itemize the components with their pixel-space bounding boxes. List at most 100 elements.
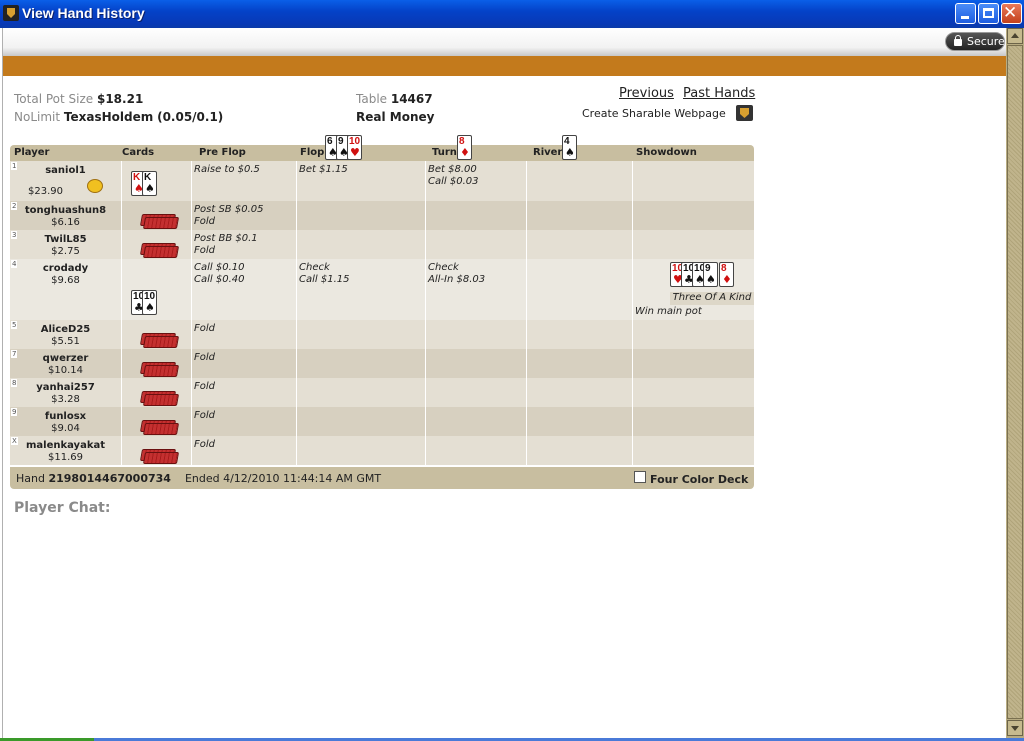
previous-link[interactable]: Previous bbox=[619, 86, 674, 101]
player-name[interactable]: yanhai257 bbox=[10, 382, 121, 393]
action-line: Post BB $0.1 bbox=[194, 233, 258, 244]
card-back-icon bbox=[142, 365, 180, 377]
table-info: Table 14467 bbox=[356, 92, 433, 106]
cell-divider bbox=[191, 407, 192, 436]
action-line: Post SB $0.05 bbox=[194, 204, 264, 215]
player-name[interactable]: crodady bbox=[10, 263, 121, 274]
preflop-action: Call $0.10 Call $0.40 bbox=[194, 262, 244, 286]
player-chat-heading: Player Chat: bbox=[14, 500, 111, 516]
cell-divider bbox=[296, 259, 297, 320]
action-line: Fold bbox=[194, 216, 215, 227]
flop-card: 10 ♥ bbox=[347, 135, 362, 160]
cell-divider bbox=[526, 320, 527, 349]
cell-divider bbox=[632, 378, 633, 407]
cell-divider bbox=[296, 436, 297, 465]
cell-divider bbox=[121, 161, 122, 201]
create-sharable-webpage-link[interactable]: Create Sharable Webpage bbox=[582, 107, 726, 120]
player-stack: $23.90 bbox=[28, 186, 63, 197]
cell-divider bbox=[425, 161, 426, 201]
flop-action: Check Call $1.15 bbox=[299, 262, 349, 286]
cell-divider bbox=[526, 436, 527, 465]
cell-divider bbox=[121, 259, 122, 320]
scroll-up-button[interactable] bbox=[1007, 28, 1023, 44]
player-row: 5 AliceD25 $5.51 Fold bbox=[10, 320, 754, 349]
preflop-action: Post SB $0.05 Fold bbox=[194, 204, 263, 228]
flop-action: Bet $1.15 bbox=[299, 164, 348, 176]
hand-ended: Ended 4/12/2010 11:44:14 AM GMT bbox=[184, 472, 382, 485]
player-name[interactable]: malenkayakat bbox=[10, 440, 121, 451]
header-player: Player bbox=[14, 147, 50, 158]
cell-divider bbox=[296, 378, 297, 407]
card-suit: ♠ bbox=[145, 182, 155, 195]
player-name[interactable]: tonghuashun8 bbox=[10, 205, 121, 216]
cell-divider bbox=[526, 407, 527, 436]
player-stack: $9.68 bbox=[51, 275, 80, 286]
action-line: Fold bbox=[194, 410, 215, 421]
cell-divider bbox=[121, 201, 122, 230]
hand-label: Hand bbox=[16, 472, 45, 485]
showdown-card: 8 ♦ bbox=[719, 262, 734, 287]
preflop-action: Raise to $0.5 bbox=[194, 164, 260, 176]
scroll-down-button[interactable] bbox=[1007, 720, 1023, 736]
cell-divider bbox=[632, 349, 633, 378]
past-hands-link[interactable]: Past Hands bbox=[683, 86, 755, 101]
table-header: Player Cards Pre Flop Flop Turn River Sh… bbox=[10, 145, 754, 161]
cell-divider bbox=[191, 230, 192, 259]
app-shield-icon[interactable] bbox=[3, 5, 19, 21]
action-line: Fold bbox=[194, 439, 215, 450]
hole-card: 10 ♠ bbox=[142, 290, 157, 315]
cell-divider bbox=[425, 349, 426, 378]
hand-rank-label: Three Of A Kind bbox=[670, 292, 754, 305]
scroll-track[interactable] bbox=[1007, 45, 1023, 719]
player-name[interactable]: TwilL85 bbox=[10, 234, 121, 245]
card-back-icon bbox=[142, 246, 180, 258]
cell-divider bbox=[296, 407, 297, 436]
maximize-button[interactable] bbox=[978, 3, 999, 24]
cell-divider bbox=[526, 349, 527, 378]
minimize-button[interactable] bbox=[955, 3, 976, 24]
card-back-icon bbox=[142, 336, 180, 348]
title-bar: View Hand History ✕ bbox=[0, 0, 1024, 28]
card-suit: ♥ bbox=[350, 146, 360, 159]
player-name[interactable]: AliceD25 bbox=[10, 324, 121, 335]
cell-divider bbox=[632, 407, 633, 436]
cell-divider bbox=[526, 201, 527, 230]
player-name[interactable]: saniol1 bbox=[10, 165, 121, 176]
preflop-action: Fold bbox=[194, 323, 215, 335]
cell-divider bbox=[191, 161, 192, 201]
card-suit: ♠ bbox=[565, 146, 575, 159]
four-color-deck-label[interactable]: Four Color Deck bbox=[650, 473, 748, 486]
card-back-icon bbox=[142, 452, 180, 464]
action-line: Fold bbox=[194, 381, 215, 392]
player-stack: $5.51 bbox=[51, 336, 80, 347]
cell-divider bbox=[632, 201, 633, 230]
river-card: 4 ♠ bbox=[562, 135, 577, 160]
vertical-scrollbar[interactable] bbox=[1006, 28, 1024, 738]
pot-value: $18.21 bbox=[96, 92, 144, 106]
cell-divider bbox=[526, 230, 527, 259]
action-line: Fold bbox=[194, 245, 215, 256]
player-name[interactable]: funlosx bbox=[10, 411, 121, 422]
secure-badge: Secure bbox=[945, 32, 1005, 51]
cell-divider bbox=[121, 320, 122, 349]
card-back-icon bbox=[142, 423, 180, 435]
cell-divider bbox=[425, 436, 426, 465]
player-name[interactable]: qwerzer bbox=[10, 353, 121, 364]
money-label: Real Money bbox=[356, 110, 435, 124]
table-value: 14467 bbox=[390, 92, 433, 106]
cell-divider bbox=[121, 230, 122, 259]
action-line: Fold bbox=[194, 352, 215, 363]
cell-divider bbox=[425, 201, 426, 230]
orange-banner bbox=[3, 56, 1007, 76]
turn-card: 8 ♦ bbox=[457, 135, 472, 160]
player-stack: $3.28 bbox=[51, 394, 80, 405]
cell-divider bbox=[191, 436, 192, 465]
player-row: 1 saniol1 $23.90 K ♠ K ♠ Raise to $0.5 Bet $1.15… bbox=[10, 161, 754, 201]
four-color-deck-checkbox[interactable] bbox=[634, 471, 646, 483]
action-line: Bet $8.00 bbox=[428, 164, 477, 175]
cell-divider bbox=[526, 161, 527, 201]
card-suit: ♠ bbox=[706, 273, 716, 286]
table-label: Table bbox=[356, 92, 388, 106]
share-shield-icon[interactable] bbox=[736, 105, 753, 121]
close-button[interactable]: ✕ bbox=[1001, 3, 1022, 24]
